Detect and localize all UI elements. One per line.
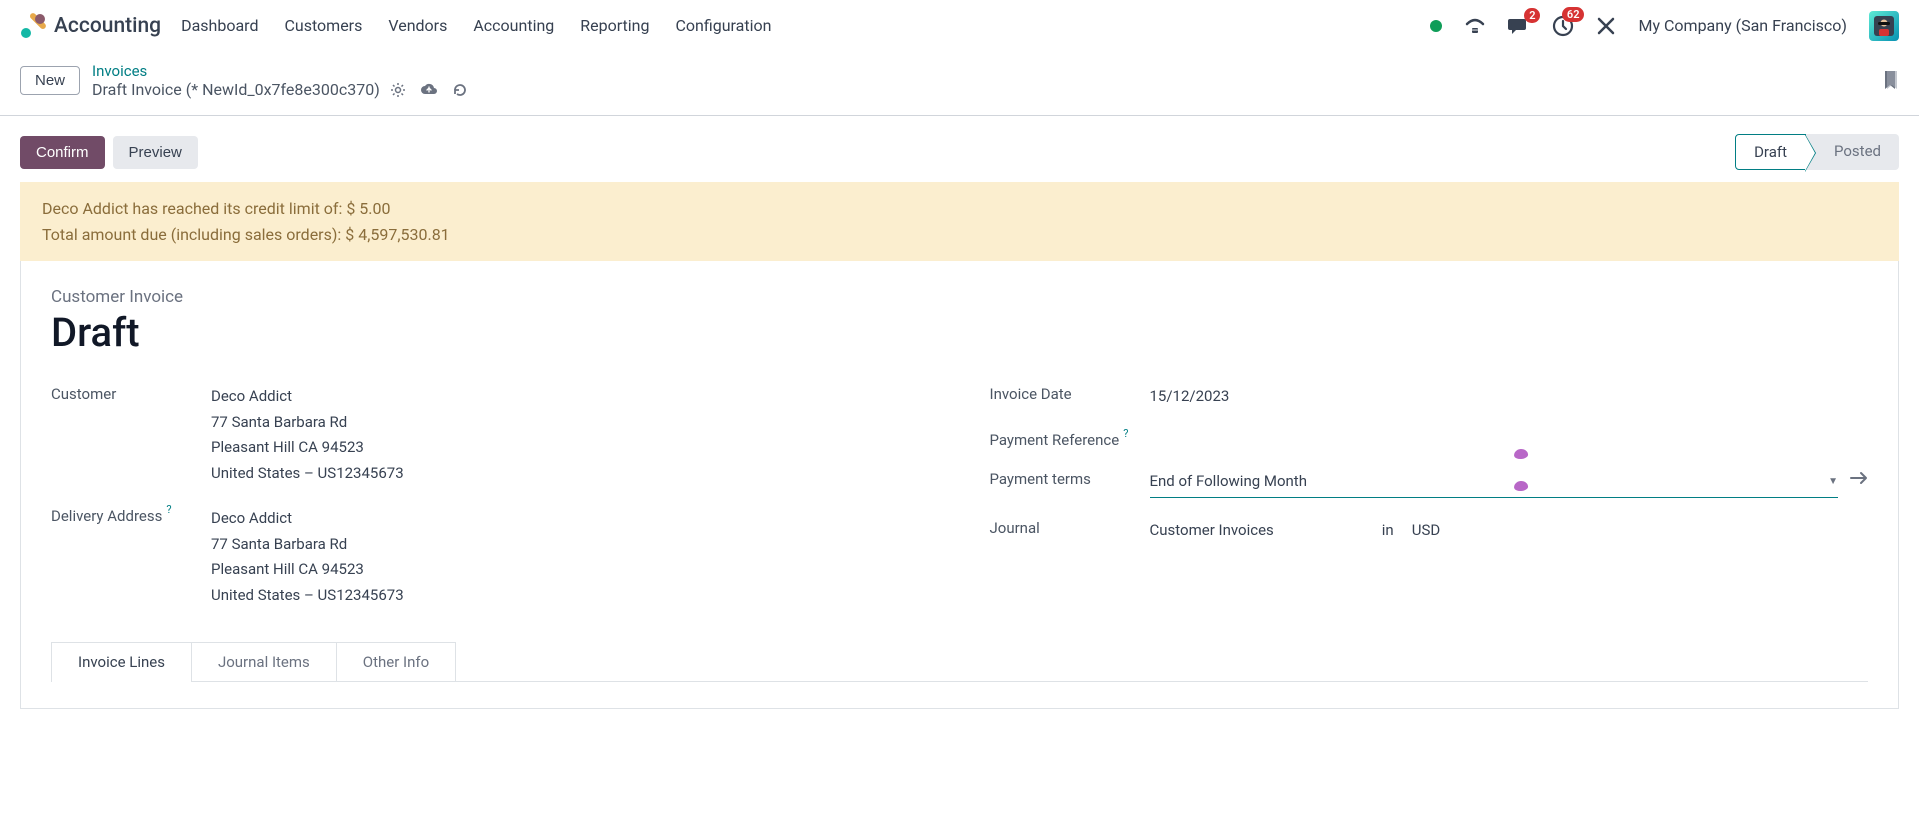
alert-line1: Deco Addict has reached its credit limit…: [42, 196, 1877, 222]
nav-vendors[interactable]: Vendors: [388, 16, 447, 35]
topnav-right: 2 62 My Company (San Francisco): [1430, 11, 1899, 41]
customer-country: United States – US12345673: [211, 461, 930, 487]
tab-invoice-lines[interactable]: Invoice Lines: [51, 642, 192, 681]
new-button[interactable]: New: [20, 66, 80, 95]
journal-in: in: [1382, 518, 1394, 544]
status-flow: Draft Posted: [1735, 134, 1899, 170]
field-payment-terms: Payment terms End of Following Month ▼: [990, 469, 1869, 499]
messages-icon[interactable]: 2: [1508, 16, 1530, 36]
customer-city: Pleasant Hill CA 94523: [211, 435, 930, 461]
journal-name[interactable]: Customer Invoices: [1150, 518, 1274, 544]
app-title: Accounting: [54, 14, 161, 38]
delivery-value[interactable]: Deco Addict 77 Santa Barbara Rd Pleasant…: [211, 506, 930, 608]
form-sheet: Customer Invoice Draft Customer Deco Add…: [20, 261, 1899, 709]
cloud-save-icon[interactable]: [420, 82, 438, 98]
customer-street: 77 Santa Barbara Rd: [211, 410, 930, 436]
form-tabs: Invoice Lines Journal Items Other Info: [51, 642, 1868, 682]
company-switcher[interactable]: My Company (San Francisco): [1638, 16, 1847, 35]
customer-value[interactable]: Deco Addict 77 Santa Barbara Rd Pleasant…: [211, 384, 930, 486]
invoice-date-value[interactable]: 15/12/2023: [1150, 384, 1869, 410]
field-customer: Customer Deco Addict 77 Santa Barbara Rd…: [51, 384, 930, 486]
top-nav: Accounting Dashboard Customers Vendors A…: [0, 0, 1919, 52]
gear-icon[interactable]: [390, 82, 406, 98]
payment-terms-select[interactable]: End of Following Month ▼: [1150, 469, 1839, 499]
credit-limit-alert: Deco Addict has reached its credit limit…: [20, 182, 1899, 261]
field-invoice-date: Invoice Date 15/12/2023: [990, 384, 1869, 410]
preview-button[interactable]: Preview: [113, 136, 198, 169]
form-columns: Customer Deco Addict 77 Santa Barbara Rd…: [51, 384, 1868, 628]
status-posted[interactable]: Posted: [1806, 134, 1899, 170]
bookmark-icon[interactable]: [1883, 70, 1899, 92]
journal-label: Journal: [990, 518, 1150, 537]
user-avatar[interactable]: [1869, 11, 1899, 41]
payment-terms-value: End of Following Month ▼: [1150, 469, 1839, 499]
status-draft[interactable]: Draft: [1735, 134, 1806, 170]
phone-icon[interactable]: [1464, 16, 1486, 36]
activities-badge: 62: [1562, 7, 1585, 22]
delivery-country: United States – US12345673: [211, 583, 930, 609]
breadcrumb: Invoices Draft Invoice (* NewId_0x7fe8e3…: [92, 62, 468, 99]
journal-value: Customer Invoices in USD: [1150, 518, 1869, 544]
customer-label: Customer: [51, 384, 211, 403]
action-bar: Confirm Preview Draft Posted: [20, 134, 1899, 170]
alert-line2: Total amount due (including sales orders…: [42, 222, 1877, 248]
delivery-city: Pleasant Hill CA 94523: [211, 557, 930, 583]
document-type: Customer Invoice: [51, 287, 1868, 307]
form-col-left: Customer Deco Addict 77 Santa Barbara Rd…: [51, 384, 930, 628]
nav-reporting[interactable]: Reporting: [580, 16, 649, 35]
cursor-indicator: [1514, 448, 1529, 459]
tab-other-info[interactable]: Other Info: [336, 642, 456, 681]
messages-badge: 2: [1524, 8, 1540, 23]
presence-indicator[interactable]: [1430, 20, 1442, 32]
tools-icon[interactable]: [1596, 16, 1616, 36]
field-journal: Journal Customer Invoices in USD: [990, 518, 1869, 544]
field-delivery: Delivery Address ? Deco Addict 77 Santa …: [51, 506, 930, 608]
customer-name: Deco Addict: [211, 384, 930, 410]
nav-configuration[interactable]: Configuration: [676, 16, 772, 35]
nav-menu: Dashboard Customers Vendors Accounting R…: [181, 16, 771, 35]
app-icon: [20, 13, 46, 39]
help-icon[interactable]: ?: [1123, 427, 1128, 440]
discard-icon[interactable]: [452, 82, 468, 98]
field-payment-ref: Payment Reference ?: [990, 430, 1869, 449]
app-logo[interactable]: Accounting: [20, 13, 161, 39]
payment-ref-label: Payment Reference ?: [990, 430, 1150, 449]
activities-icon[interactable]: 62: [1552, 15, 1574, 37]
breadcrumb-bar: New Invoices Draft Invoice (* NewId_0x7f…: [0, 52, 1919, 116]
delivery-name: Deco Addict: [211, 506, 930, 532]
breadcrumb-current-row: Draft Invoice (* NewId_0x7fe8e300c370): [92, 80, 468, 99]
breadcrumb-current: Draft Invoice (* NewId_0x7fe8e300c370): [92, 80, 380, 99]
chevron-down-icon: ▼: [1828, 473, 1838, 490]
nav-dashboard[interactable]: Dashboard: [181, 16, 258, 35]
form-col-right: Invoice Date 15/12/2023 Payment Referenc…: [990, 384, 1869, 628]
content: Confirm Preview Draft Posted Deco Addict…: [0, 116, 1919, 727]
nav-customers[interactable]: Customers: [284, 16, 362, 35]
external-link-icon[interactable]: [1850, 469, 1868, 485]
nav-accounting[interactable]: Accounting: [473, 16, 554, 35]
confirm-button[interactable]: Confirm: [20, 136, 105, 169]
invoice-date-label: Invoice Date: [990, 384, 1150, 403]
breadcrumb-parent[interactable]: Invoices: [92, 62, 468, 80]
tab-journal-items[interactable]: Journal Items: [191, 642, 337, 681]
document-title: Draft: [51, 309, 1868, 356]
payment-terms-label: Payment terms: [990, 469, 1150, 488]
delivery-street: 77 Santa Barbara Rd: [211, 532, 930, 558]
record-actions: [390, 82, 468, 98]
journal-currency[interactable]: USD: [1412, 518, 1440, 544]
delivery-label: Delivery Address ?: [51, 506, 211, 525]
payment-terms-text: End of Following Month: [1150, 469, 1819, 495]
help-icon[interactable]: ?: [166, 503, 171, 516]
